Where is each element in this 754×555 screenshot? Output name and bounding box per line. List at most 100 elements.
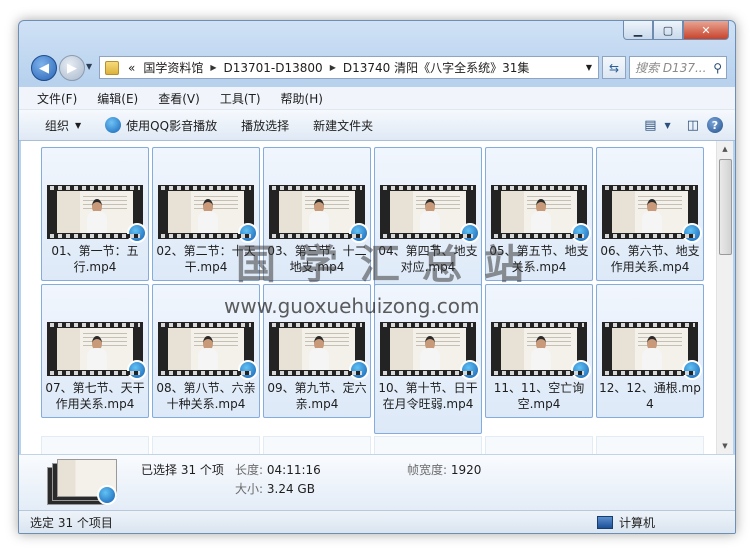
breadcrumb-overflow[interactable]: «	[124, 61, 139, 75]
file-name: 12、12、通根.mp4	[599, 381, 701, 411]
play-selection-label: 播放选择	[241, 118, 290, 133]
vertical-scrollbar[interactable]: ▲ ▼	[716, 141, 733, 454]
status-selection-text: 选定 31 个项目	[30, 516, 113, 530]
video-thumbnail	[380, 185, 480, 243]
file-item[interactable]: 04、第四节、地支对应.mp4	[374, 147, 482, 297]
back-button[interactable]: ◀	[31, 55, 57, 81]
chevron-right-icon[interactable]: ▶	[327, 63, 339, 72]
play-with-qq-button[interactable]: 使用QQ影音播放	[93, 117, 229, 134]
scroll-up-icon[interactable]: ▲	[717, 141, 733, 157]
close-button[interactable]: ✕	[683, 21, 729, 40]
video-frame	[501, 328, 577, 370]
file-item[interactable]: 07、第七节、天干作用关系.mp4	[41, 284, 149, 418]
size-row: 大小: 3.24 GB	[235, 480, 315, 497]
file-item[interactable]: 09、第九节、定六亲.mp4	[263, 284, 371, 418]
search-icon[interactable]: ⚲	[708, 61, 722, 75]
lecturer	[420, 336, 441, 370]
maximize-button[interactable]: ▢	[653, 21, 683, 40]
forward-button[interactable]: ▶	[59, 55, 85, 81]
window-controls: ▁ ▢ ✕	[623, 21, 729, 40]
close-icon: ✕	[701, 23, 711, 37]
file-name: 07、第七节、天干作用关系.mp4	[45, 381, 145, 411]
breadcrumb-item-2[interactable]: D13701-D13800	[220, 61, 327, 75]
change-view-icon[interactable]: ▤	[644, 118, 656, 133]
preview-pane-icon[interactable]: ◫	[687, 118, 699, 133]
frame-width-row: 帧宽度: 1920	[407, 461, 481, 478]
scrollbar-thumb[interactable]	[719, 159, 732, 255]
file-item[interactable]: 12、12、通根.mp4	[596, 284, 704, 418]
file-item-partial[interactable]	[263, 436, 371, 454]
qq-player-icon	[349, 360, 369, 380]
video-frame	[279, 191, 355, 233]
video-frame	[57, 328, 133, 370]
lecturer	[642, 336, 663, 370]
video-thumbnail	[47, 322, 147, 380]
refresh-button[interactable]: ⇆	[602, 56, 626, 79]
maximize-icon: ▢	[662, 23, 674, 37]
organize-button[interactable]: 组织 ▼	[19, 117, 93, 134]
qq-player-icon	[127, 360, 147, 380]
menu-bar: 文件(F) 编辑(E) 查看(V) 工具(T) 帮助(H)	[19, 87, 735, 110]
navigation-bar: ◀ ▶ ▼ « 国学资料馆 ▶ D13701-D13800 ▶ D13740 清…	[27, 53, 727, 83]
menu-file[interactable]: 文件(F)	[19, 90, 87, 107]
recent-pages-dropdown[interactable]: ▼	[86, 62, 92, 71]
qq-player-icon	[571, 360, 591, 380]
video-frame	[390, 191, 466, 233]
menu-help[interactable]: 帮助(H)	[271, 90, 333, 107]
breadcrumb-item-3[interactable]: D13740 清阳《八字全系统》31集	[339, 59, 534, 76]
command-bar: 组织 ▼ 使用QQ影音播放 播放选择 新建文件夹 ▤ ▼ ◫ ?	[19, 110, 735, 141]
file-item[interactable]: 02、第二节：十天干.mp4	[152, 147, 260, 281]
selection-thumbnail	[47, 459, 117, 505]
address-bar[interactable]: « 国学资料馆 ▶ D13701-D13800 ▶ D13740 清阳《八字全系…	[99, 56, 599, 79]
menu-tools[interactable]: 工具(T)	[210, 90, 271, 107]
qq-player-icon	[682, 223, 702, 243]
file-item-partial[interactable]	[41, 436, 149, 454]
menu-edit[interactable]: 编辑(E)	[87, 90, 148, 107]
file-item-partial[interactable]	[596, 436, 704, 454]
qq-player-icon	[127, 223, 147, 243]
qq-player-icon	[349, 223, 369, 243]
file-name: 08、第八节、六亲十种关系.mp4	[156, 381, 256, 411]
file-name: 03、第三节：十二地支.mp4	[267, 244, 367, 274]
length-value: 04:11:16	[266, 463, 321, 477]
lecturer	[309, 199, 330, 233]
menu-view[interactable]: 查看(V)	[148, 90, 210, 107]
breadcrumb-item-1[interactable]: 国学资料馆	[139, 59, 207, 76]
chevron-right-icon[interactable]: ▶	[207, 63, 219, 72]
file-item[interactable]: 10、第十节、日干在月令旺弱.mp4	[374, 284, 482, 434]
file-item[interactable]: 03、第三节：十二地支.mp4	[263, 147, 371, 281]
search-input[interactable]: 搜索 D137... ⚲	[629, 56, 727, 79]
video-thumbnail	[491, 322, 591, 380]
video-thumbnail	[158, 322, 258, 380]
video-frame	[390, 328, 466, 370]
file-item-partial[interactable]	[485, 436, 593, 454]
address-dropdown-icon[interactable]: ▼	[580, 63, 598, 72]
minimize-icon: ▁	[633, 23, 643, 37]
help-icon[interactable]: ?	[707, 117, 723, 133]
refresh-icon: ⇆	[608, 60, 620, 75]
video-frame	[612, 191, 688, 233]
video-frame	[57, 191, 133, 233]
file-item[interactable]: 08、第八节、六亲十种关系.mp4	[152, 284, 260, 418]
file-item[interactable]: 05、第五节、地支关系.mp4	[485, 147, 593, 281]
view-dropdown-icon[interactable]: ▼	[665, 121, 671, 130]
minimize-button[interactable]: ▁	[623, 21, 653, 40]
file-item[interactable]: 11、11、空亡询空.mp4	[485, 284, 593, 418]
new-folder-button[interactable]: 新建文件夹	[301, 117, 385, 134]
video-frame	[168, 191, 244, 233]
file-name: 10、第十节、日干在月令旺弱.mp4	[378, 381, 478, 411]
qq-player-icon	[97, 485, 117, 505]
explorer-window: ▁ ▢ ✕ ◀ ▶ ▼ « 国学资料馆 ▶ D13701-D13800 ▶ D1…	[18, 20, 736, 534]
file-item[interactable]: 01、第一节：五行.mp4	[41, 147, 149, 281]
status-bar: 选定 31 个项目 计算机	[19, 510, 735, 533]
file-item-partial[interactable]	[152, 436, 260, 454]
lecturer	[87, 336, 108, 370]
file-item-partial[interactable]	[374, 436, 482, 454]
video-thumbnail	[158, 185, 258, 243]
qq-player-icon	[571, 223, 591, 243]
lecturer	[198, 199, 219, 233]
file-item[interactable]: 06、第六节、地支作用关系.mp4	[596, 147, 704, 281]
scroll-down-icon[interactable]: ▼	[717, 438, 733, 454]
play-selection-button[interactable]: 播放选择	[229, 117, 301, 134]
video-thumbnail	[602, 322, 702, 380]
